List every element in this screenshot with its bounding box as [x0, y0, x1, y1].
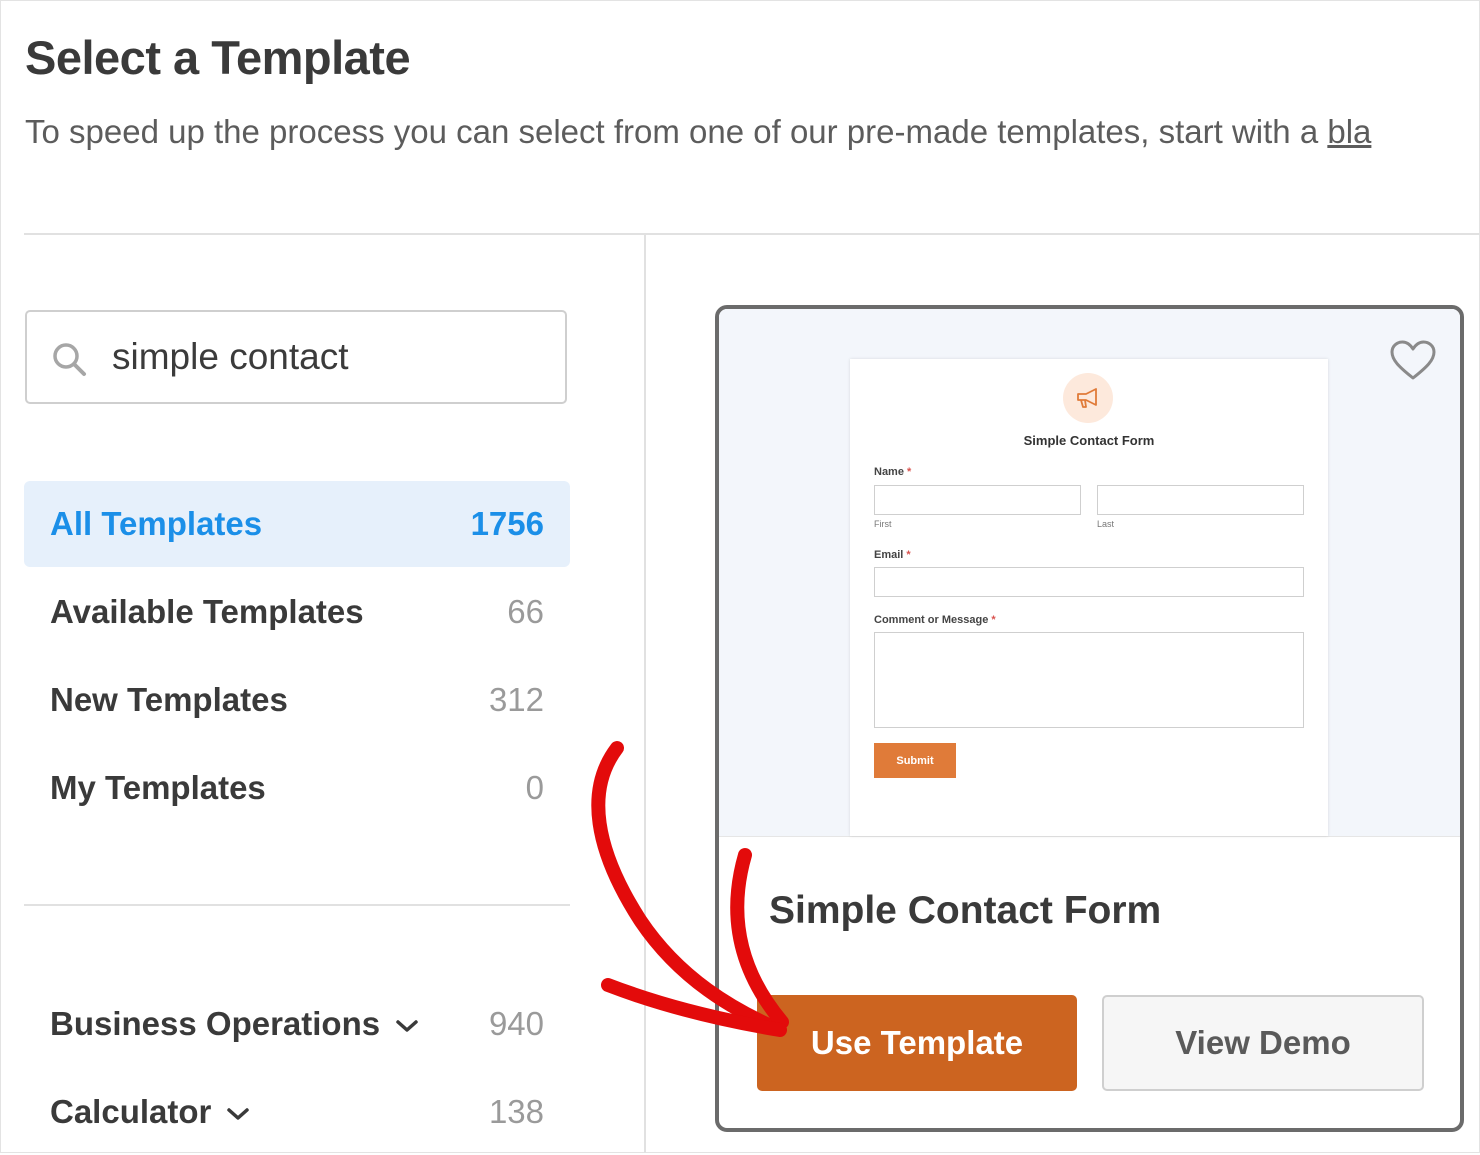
page-title: Select a Template [25, 31, 411, 84]
blank-form-link[interactable]: bla [1327, 113, 1371, 150]
filter-count: 312 [488, 681, 544, 718]
last-sublabel: Last [1097, 519, 1115, 529]
subtitle-text: To speed up the process you can select f… [25, 113, 1328, 150]
filter-available-templates[interactable]: Available Templates 66 [24, 569, 570, 655]
email-field [874, 567, 1304, 597]
template-preview: Simple Contact Form Name * First Last Em… [719, 309, 1460, 837]
email-label: Email * [874, 549, 911, 561]
header-divider [24, 233, 1480, 235]
category-label: Business Operations [50, 1005, 381, 1042]
filter-new-templates[interactable]: New Templates 312 [24, 657, 570, 743]
heart-icon[interactable] [1389, 339, 1437, 381]
megaphone-icon [1077, 388, 1097, 408]
category-label-wrap: Business Operations [50, 1005, 420, 1043]
name-label: Name * [874, 466, 911, 478]
filter-label: My Templates [50, 769, 266, 806]
email-label-text: Email [874, 549, 904, 561]
search-input[interactable] [112, 312, 552, 402]
name-label-text: Name [874, 466, 904, 478]
filter-label: Available Templates [50, 593, 364, 630]
first-name-field [874, 485, 1081, 515]
form-preview: Simple Contact Form Name * First Last Em… [850, 359, 1328, 836]
template-search[interactable] [25, 310, 567, 404]
filter-my-templates[interactable]: My Templates 0 [24, 745, 570, 831]
required-mark: * [991, 614, 996, 626]
page-subtitle: To speed up the process you can select f… [25, 113, 1480, 151]
category-label: Calculator [50, 1093, 212, 1130]
sidebar-section-divider [24, 904, 570, 906]
filter-label: All Templates [50, 505, 263, 542]
last-name-field [1097, 485, 1304, 515]
search-icon [53, 343, 86, 376]
category-business-operations[interactable]: Business Operations 940 [24, 981, 570, 1067]
use-template-button[interactable]: Use Template [757, 995, 1077, 1091]
filter-all-templates[interactable]: All Templates 1756 [24, 481, 570, 567]
filter-count: 66 [507, 593, 544, 630]
message-label-text: Comment or Message [874, 614, 989, 626]
message-field [874, 632, 1304, 728]
template-card[interactable]: Simple Contact Form Name * First Last Em… [715, 305, 1464, 1132]
form-title: Simple Contact Form [1023, 433, 1155, 448]
required-mark: * [906, 549, 911, 561]
template-name: Simple Contact Form [769, 889, 1162, 932]
category-count: 940 [488, 1005, 544, 1042]
view-demo-button[interactable]: View Demo [1102, 995, 1424, 1091]
filter-count: 0 [525, 769, 544, 806]
submit-button-preview: Submit [874, 743, 956, 778]
category-count: 138 [488, 1093, 544, 1130]
required-mark: * [907, 466, 912, 478]
message-label: Comment or Message * [874, 614, 996, 626]
sidebar-divider [644, 235, 646, 1153]
category-calculator[interactable]: Calculator 138 [24, 1069, 570, 1155]
chevron-down-icon[interactable] [394, 1017, 420, 1035]
form-logo [1063, 373, 1113, 423]
filter-count: 1756 [470, 505, 544, 542]
chevron-down-icon[interactable] [225, 1105, 251, 1123]
first-sublabel: First [874, 519, 892, 529]
filter-label: New Templates [50, 681, 288, 718]
category-label-wrap: Calculator [50, 1093, 251, 1131]
